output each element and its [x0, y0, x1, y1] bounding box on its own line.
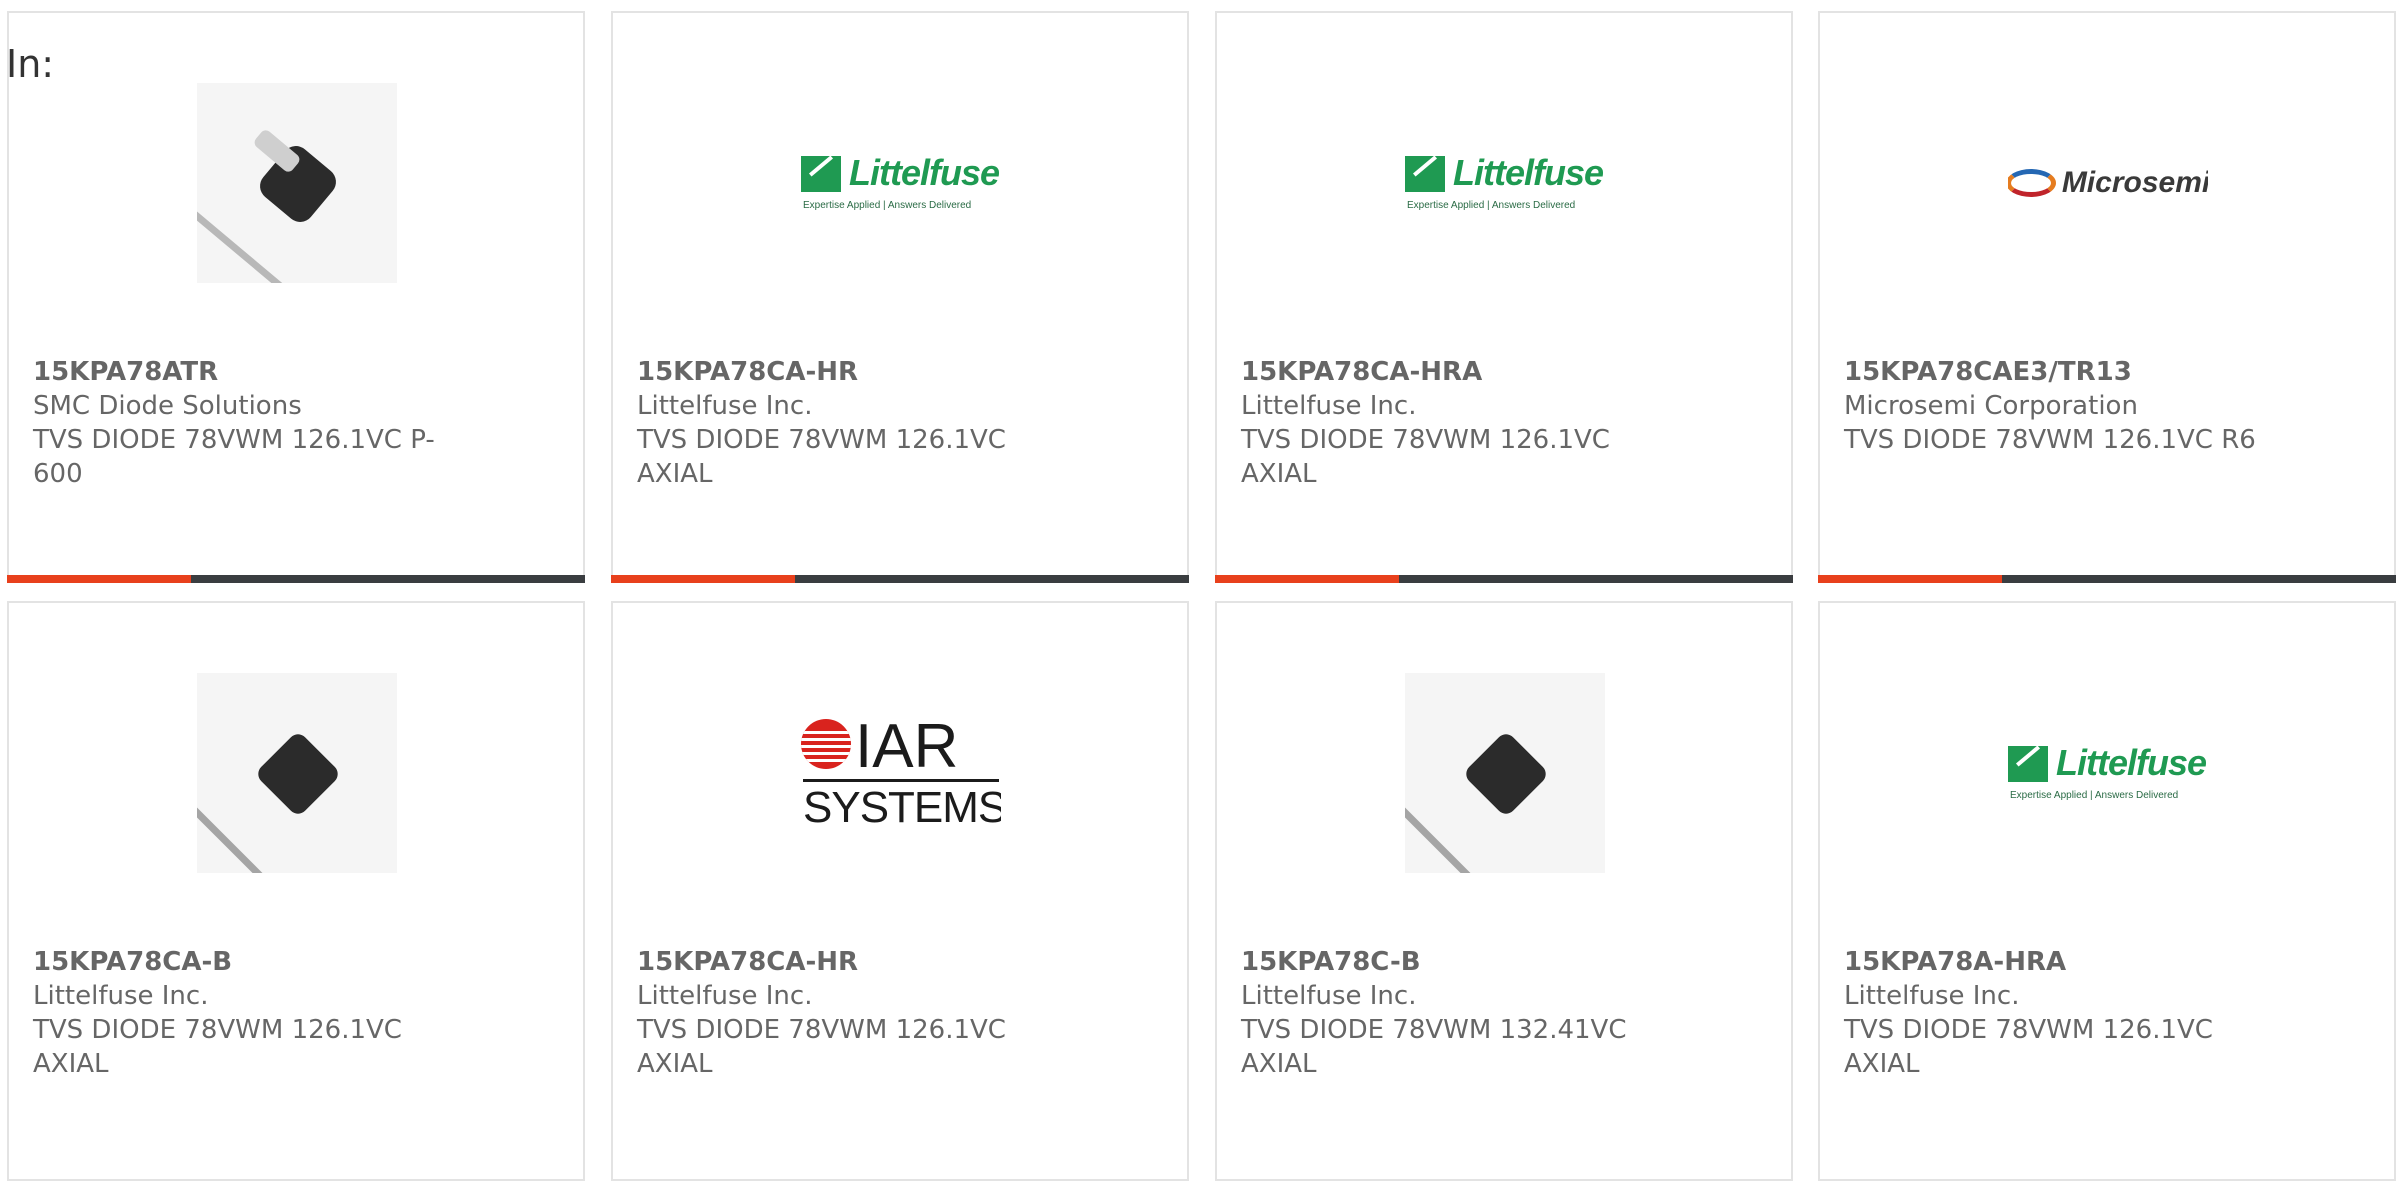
description-line: AXIAL — [1241, 459, 1317, 489]
part-number-link[interactable]: 15KPA78CA-HRA — [1241, 355, 1671, 389]
littelfuse-logo-icon: Littelfuse Expertise Applied | Answers D… — [801, 152, 1000, 211]
description-line: AXIAL — [637, 1049, 713, 1079]
diode-photo-icon — [197, 673, 397, 873]
product-image[interactable]: Microsemi — [2008, 83, 2208, 283]
product-card[interactable]: 15KPA78CA-B Littelfuse Inc. TVS DIODE 78… — [7, 601, 585, 1181]
product-card[interactable]: 15KPA78C-B Littelfuse Inc. TVS DIODE 78V… — [1215, 601, 1793, 1181]
manufacturer: Littelfuse Inc. — [1241, 981, 1417, 1011]
card-accent-bar — [7, 575, 585, 583]
product-card[interactable]: Microsemi 15KPA78CAE3/TR13 Microsemi Cor… — [1818, 11, 2396, 583]
description-line: TVS DIODE 78VWM 126.1VC — [1241, 425, 1610, 455]
part-number-link[interactable]: 15KPA78C-B — [1241, 945, 1671, 979]
microsemi-logo-icon: Microsemi — [2008, 166, 2208, 200]
description-line: TVS DIODE 78VWM 126.1VC R6 — [1844, 425, 2256, 455]
description-line: TVS DIODE 78VWM 126.1VC P- — [33, 425, 435, 455]
product-image[interactable]: Littelfuse Expertise Applied | Answers D… — [801, 83, 1001, 283]
product-image[interactable] — [1405, 673, 1605, 873]
manufacturer: Littelfuse Inc. — [1844, 981, 2020, 1011]
manufacturer: Littelfuse Inc. — [637, 391, 813, 421]
littelfuse-logo-icon: Littelfuse Expertise Applied | Answers D… — [2008, 742, 2207, 801]
product-card[interactable]: IAR SYSTEMS 15KPA78CA-HR Littelfuse Inc.… — [611, 601, 1189, 1181]
product-image[interactable]: IAR SYSTEMS — [801, 673, 1001, 873]
product-card[interactable]: Littelfuse Expertise Applied | Answers D… — [611, 11, 1189, 583]
card-accent-bar — [1818, 575, 2396, 583]
description-line: AXIAL — [33, 1049, 109, 1079]
description-line: AXIAL — [1844, 1049, 1920, 1079]
description-line: AXIAL — [637, 459, 713, 489]
description-line: 600 — [33, 459, 83, 489]
product-image[interactable]: Littelfuse Expertise Applied | Answers D… — [2008, 673, 2208, 873]
manufacturer: Littelfuse Inc. — [33, 981, 209, 1011]
manufacturer: Microsemi Corporation — [1844, 391, 2138, 421]
manufacturer: Littelfuse Inc. — [1241, 391, 1417, 421]
part-number-link[interactable]: 15KPA78A-HRA — [1844, 945, 2274, 979]
part-number-link[interactable]: 15KPA78CA-HR — [637, 355, 1067, 389]
product-card[interactable]: 15KPA78ATR SMC Diode Solutions TVS DIODE… — [7, 11, 585, 583]
description-line: TVS DIODE 78VWM 126.1VC — [33, 1015, 402, 1045]
manufacturer: SMC Diode Solutions — [33, 391, 302, 421]
manufacturer: Littelfuse Inc. — [637, 981, 813, 1011]
description-line: TVS DIODE 78VWM 126.1VC — [637, 1015, 1006, 1045]
card-accent-bar — [611, 575, 1189, 583]
product-card[interactable]: Littelfuse Expertise Applied | Answers D… — [1215, 11, 1793, 583]
product-grid: 15KPA78ATR SMC Diode Solutions TVS DIODE… — [0, 0, 2400, 1181]
product-image[interactable]: Littelfuse Expertise Applied | Answers D… — [1405, 83, 1605, 283]
product-card[interactable]: Littelfuse Expertise Applied | Answers D… — [1818, 601, 2396, 1181]
iar-systems-logo-icon: IAR SYSTEMS — [801, 712, 1001, 832]
part-number-link[interactable]: 15KPA78CAE3/TR13 — [1844, 355, 2274, 389]
littelfuse-logo-icon: Littelfuse Expertise Applied | Answers D… — [1405, 152, 1604, 211]
description-line: TVS DIODE 78VWM 132.41VC — [1241, 1015, 1627, 1045]
part-number-link[interactable]: 15KPA78CA-B — [33, 945, 463, 979]
description-line: AXIAL — [1241, 1049, 1317, 1079]
diode-photo-icon — [197, 83, 397, 283]
product-image[interactable] — [197, 83, 397, 283]
part-number-link[interactable]: 15KPA78ATR — [33, 355, 463, 389]
product-image[interactable] — [197, 673, 397, 873]
filter-in-label: In: — [6, 42, 55, 86]
description-line: TVS DIODE 78VWM 126.1VC — [1844, 1015, 2213, 1045]
part-number-link[interactable]: 15KPA78CA-HR — [637, 945, 1067, 979]
card-accent-bar — [1215, 575, 1793, 583]
description-line: TVS DIODE 78VWM 126.1VC — [637, 425, 1006, 455]
diode-photo-icon — [1405, 673, 1605, 873]
